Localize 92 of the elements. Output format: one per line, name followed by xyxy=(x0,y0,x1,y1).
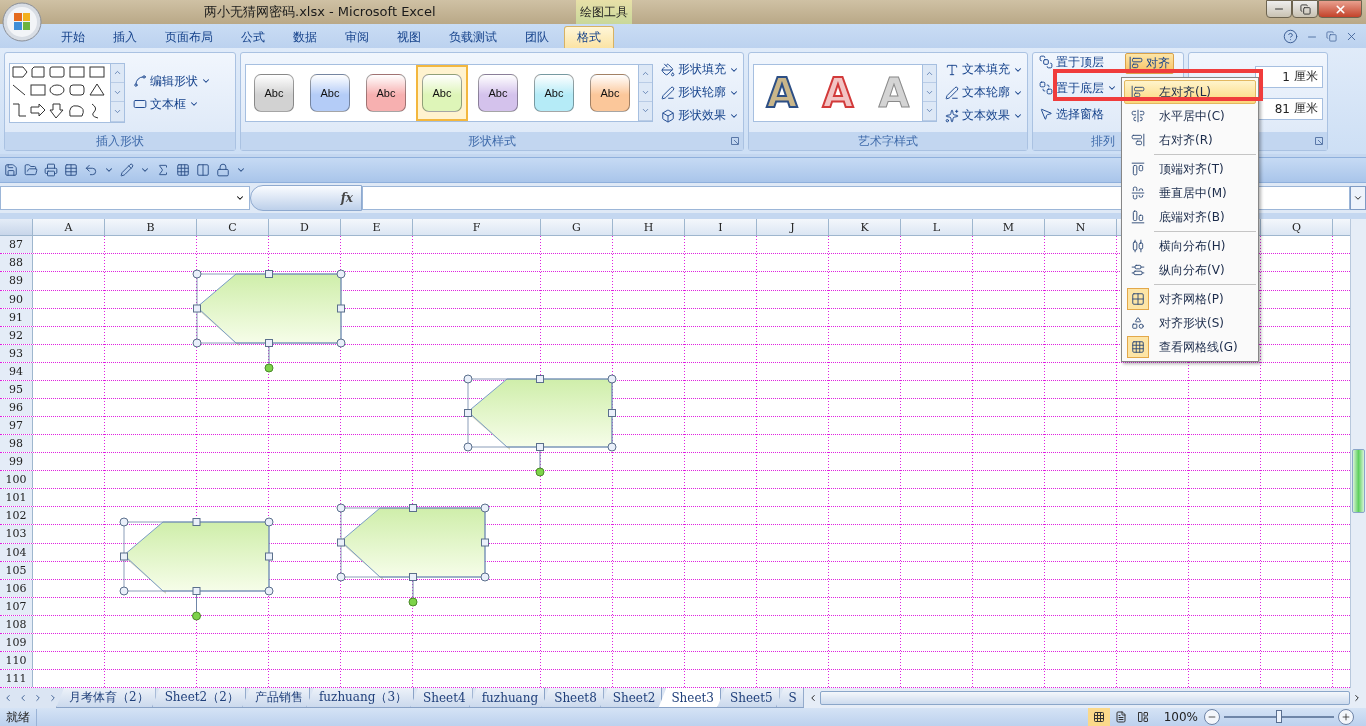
ribbon-button[interactable]: 文本填充 xyxy=(943,60,1025,80)
ribbon-button[interactable]: 编辑形状 xyxy=(131,71,213,91)
menu-item[interactable]: 顶端对齐(T) xyxy=(1124,157,1256,181)
size-field[interactable]: 1 厘米 xyxy=(1255,65,1323,88)
row-header[interactable]: 104 xyxy=(0,543,33,561)
row-header[interactable]: 105 xyxy=(0,561,33,579)
column-header[interactable]: K xyxy=(829,219,901,236)
group-label: 形状样式 xyxy=(468,132,516,150)
context-tab-label: 绘图工具 xyxy=(576,0,632,24)
row-header[interactable]: 106 xyxy=(0,579,33,597)
sheet-tab[interactable]: Sheet4 xyxy=(410,688,473,708)
sheet-tab[interactable]: Sheet3 xyxy=(658,688,721,708)
insert-function-button[interactable]: fx xyxy=(250,185,362,212)
ribbon-tab[interactable]: 团队 xyxy=(512,25,562,48)
ribbon-button[interactable]: 置于顶层 xyxy=(1037,52,1119,72)
row-header[interactable]: 100 xyxy=(0,471,33,489)
menu-item[interactable]: 横向分布(H) xyxy=(1124,234,1256,258)
ribbon-tab[interactable]: 格式 xyxy=(564,25,614,48)
ribbon-button[interactable]: 文本框 xyxy=(131,94,213,114)
row-header[interactable]: 108 xyxy=(0,615,33,633)
ribbon-button[interactable]: 文本效果 xyxy=(943,106,1025,126)
column-header[interactable]: I xyxy=(685,219,757,236)
ribbon-button[interactable]: 选择窗格 xyxy=(1037,104,1119,124)
row-header[interactable]: 92 xyxy=(0,326,33,344)
row-header[interactable]: 102 xyxy=(0,507,33,525)
column-header[interactable]: Q xyxy=(1261,219,1333,236)
sheet-tab[interactable]: 产品销售 xyxy=(241,688,310,708)
style-swatch[interactable]: Abc xyxy=(416,64,468,121)
row-header[interactable]: 103 xyxy=(0,525,33,543)
row-header[interactable]: 87 xyxy=(0,236,33,254)
sheet-tab[interactable]: fuzhuang（3） xyxy=(305,688,415,708)
column-header[interactable]: H xyxy=(613,219,685,236)
sheet-tab[interactable]: Sheet2（2） xyxy=(151,688,246,708)
column-header[interactable]: G xyxy=(541,219,613,236)
row-header[interactable]: 98 xyxy=(0,435,33,453)
ribbon-tab[interactable]: 视图 xyxy=(384,25,434,48)
ribbon-tab[interactable]: 插入 xyxy=(100,25,150,48)
sheet-tab[interactable]: fuzhuang xyxy=(468,688,546,708)
sheet-tab[interactable]: Sheet2 xyxy=(599,688,663,708)
row-header[interactable]: 97 xyxy=(0,417,33,435)
column-header[interactable]: L xyxy=(901,219,973,236)
group-label: 艺术字样式 xyxy=(858,132,918,150)
status-text: 就绪 xyxy=(0,708,37,726)
column-header[interactable]: B xyxy=(105,219,197,236)
column-header[interactable]: N xyxy=(1045,219,1117,236)
ribbon-tab[interactable]: 审阅 xyxy=(332,25,382,48)
menu-item[interactable]: 对齐网格(P) xyxy=(1124,287,1256,311)
row-header[interactable]: 107 xyxy=(0,597,33,615)
ribbon-button[interactable]: 形状填充 xyxy=(659,60,741,80)
group-label: 排列 xyxy=(1091,132,1115,150)
row-header[interactable]: 95 xyxy=(0,380,33,398)
row-header[interactable]: 89 xyxy=(0,272,33,290)
sheet-tab[interactable]: 月考体育（2） xyxy=(56,688,156,708)
ribbon-button[interactable]: 形状效果 xyxy=(659,106,741,126)
sheet-tab[interactable]: Sheet5 xyxy=(717,688,780,708)
menu-item[interactable]: 右对齐(R) xyxy=(1124,128,1256,152)
zoom-level: 100% xyxy=(1163,710,1198,724)
menu-item[interactable]: 纵向分布(V) xyxy=(1124,258,1256,282)
ribbon-tab[interactable]: 数据 xyxy=(280,25,330,48)
row-header[interactable]: 99 xyxy=(0,453,33,471)
row-header[interactable]: 91 xyxy=(0,308,33,326)
menu-item[interactable]: 水平居中(C) xyxy=(1124,104,1256,128)
ribbon-button[interactable]: 文本轮廓 xyxy=(943,83,1025,103)
menu-item[interactable]: 查看网格线(G) xyxy=(1124,335,1256,359)
ribbon-tab[interactable]: 页面布局 xyxy=(152,25,226,48)
menu-item[interactable]: 底端对齐(B) xyxy=(1124,205,1256,229)
group-label: 插入形状 xyxy=(96,132,144,150)
ribbon-button[interactable]: 置于底层 xyxy=(1037,78,1119,98)
row-header[interactable]: 101 xyxy=(0,489,33,507)
sheet-tab[interactable]: Sheet8 xyxy=(541,688,604,708)
column-header[interactable]: E xyxy=(341,219,413,236)
column-header[interactable]: J xyxy=(757,219,829,236)
row-header[interactable]: 110 xyxy=(0,651,33,669)
row-header[interactable]: 93 xyxy=(0,344,33,362)
column-header[interactable]: A xyxy=(33,219,105,236)
menu-item[interactable]: 对齐形状(S) xyxy=(1124,311,1256,335)
ribbon-button[interactable]: 形状轮廓 xyxy=(659,83,741,103)
menu-item[interactable]: 垂直居中(M) xyxy=(1124,181,1256,205)
ribbon-tab[interactable]: 负载测试 xyxy=(436,25,510,48)
column-header[interactable]: F xyxy=(413,219,541,236)
column-header[interactable]: M xyxy=(973,219,1045,236)
row-header[interactable]: 111 xyxy=(0,670,33,688)
ribbon-tab[interactable]: 开始 xyxy=(48,25,98,48)
row-header[interactable]: 88 xyxy=(0,254,33,272)
row-header[interactable]: 109 xyxy=(0,633,33,651)
row-header[interactable]: 96 xyxy=(0,398,33,416)
row-header[interactable]: 94 xyxy=(0,362,33,380)
row-header[interactable]: 90 xyxy=(0,290,33,308)
column-header[interactable]: D xyxy=(269,219,341,236)
column-header[interactable]: C xyxy=(197,219,269,236)
window-title: 两小无猜网密码.xlsx - Microsoft Excel xyxy=(204,3,437,21)
ribbon-tab[interactable]: 公式 xyxy=(228,25,278,48)
